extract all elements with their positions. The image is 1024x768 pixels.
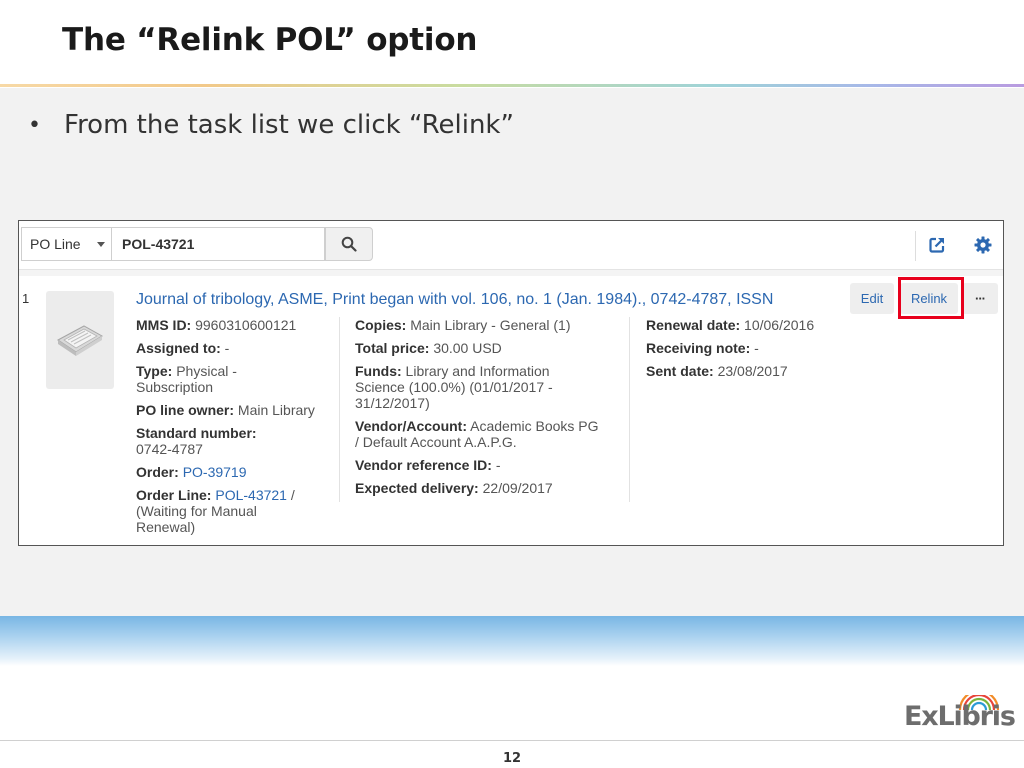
field-label: Total price: xyxy=(355,340,430,356)
field-po-line-owner: PO line owner: Main Library xyxy=(136,402,336,418)
search-input[interactable]: POL-43721 xyxy=(111,227,325,261)
field-copies: Copies: Main Library - General (1) xyxy=(355,317,625,333)
search-scope-label: PO Line xyxy=(30,236,81,252)
external-link-icon xyxy=(929,237,945,253)
record-thumbnail xyxy=(46,291,114,389)
details-column-1: MMS ID: 9960310600121 Assigned to: - Typ… xyxy=(136,317,336,542)
field-vendor-account: Vendor/Account: Academic Books PG / Defau… xyxy=(355,418,625,450)
alma-screenshot: PO Line POL-43721 1 Journal of tribology… xyxy=(18,220,1004,546)
field-standard-number: Standard number: 0742-4787 xyxy=(136,425,336,457)
field-type: Type: Physical - Subscription xyxy=(136,363,336,395)
exlibris-logo: ExLibris xyxy=(904,695,1016,741)
field-label: Receiving note: xyxy=(646,340,751,356)
field-label: Vendor/Account: xyxy=(355,418,468,434)
chevron-down-icon xyxy=(97,242,105,247)
field-label: Order Line: xyxy=(136,487,212,503)
logo-text: ExLibris xyxy=(904,701,1016,732)
field-label: Copies: xyxy=(355,317,407,333)
field-label: Type: xyxy=(136,363,173,379)
search-button[interactable] xyxy=(325,227,373,261)
field-value: 0742-4787 xyxy=(136,441,203,457)
field-label: Funds: xyxy=(355,363,402,379)
slide-title: The “Relink POL” option xyxy=(62,22,478,58)
field-value: Library and Information xyxy=(405,363,550,379)
journal-icon xyxy=(57,325,103,356)
column-divider xyxy=(629,317,630,502)
bullet-point: • From the task list we click “Relink” xyxy=(28,110,514,140)
field-order: Order: PO-39719 xyxy=(136,464,336,480)
details-column-2: Copies: Main Library - General (1) Total… xyxy=(355,317,625,503)
field-assigned-to: Assigned to: - xyxy=(136,340,336,356)
bullet-dot-icon: • xyxy=(28,113,41,138)
toolbar-divider xyxy=(915,231,916,261)
field-label: Assigned to: xyxy=(136,340,221,356)
relink-highlight-box xyxy=(898,277,964,319)
search-input-value: POL-43721 xyxy=(122,236,195,252)
search-icon xyxy=(341,236,357,252)
record-title-link[interactable]: Journal of tribology, ASME, Print began … xyxy=(136,291,836,309)
field-value: (Waiting for Manual xyxy=(136,503,257,519)
field-label: Order: xyxy=(136,464,179,480)
field-value: Academic Books PG xyxy=(470,418,599,434)
edit-button[interactable]: Edit xyxy=(850,283,894,314)
field-expected-delivery: Expected delivery: 22/09/2017 xyxy=(355,480,625,496)
field-value: - xyxy=(495,457,501,473)
field-value: 9960310600121 xyxy=(195,317,297,333)
search-toolbar: PO Line POL-43721 xyxy=(19,221,1003,270)
row-index: 1 xyxy=(22,291,30,306)
search-scope-dropdown[interactable]: PO Line xyxy=(21,227,111,261)
details-column-3: Renewal date: 10/06/2016 Receiving note:… xyxy=(646,317,886,386)
gear-icon xyxy=(974,236,992,254)
column-divider xyxy=(339,317,340,502)
field-value: Science (100.0%) (01/01/2017 - xyxy=(355,379,553,395)
field-value: 31/12/2017) xyxy=(355,395,430,411)
field-renewal-date: Renewal date: 10/06/2016 xyxy=(646,317,886,333)
more-actions-button[interactable]: ··· xyxy=(962,283,998,314)
field-label: Renewal date: xyxy=(646,317,741,333)
title-divider xyxy=(0,84,1024,87)
footer-divider xyxy=(0,740,1024,741)
field-sent-date: Sent date: 23/08/2017 xyxy=(646,363,886,379)
order-line-link[interactable]: POL-43721 xyxy=(215,487,287,503)
field-value: 23/08/2017 xyxy=(717,363,788,379)
field-value: 10/06/2016 xyxy=(744,317,815,333)
field-funds: Funds: Library and Information Science (1… xyxy=(355,363,625,411)
field-value: Physical - xyxy=(176,363,237,379)
field-value: / Default Account A.A.P.G. xyxy=(355,434,517,450)
field-value: - xyxy=(754,340,759,356)
field-value: 22/09/2017 xyxy=(482,480,553,496)
field-mms-id: MMS ID: 9960310600121 xyxy=(136,317,336,333)
field-label: Expected delivery: xyxy=(355,480,479,496)
field-value: Main Library xyxy=(237,402,315,418)
field-value: - xyxy=(224,340,230,356)
page-number: 12 xyxy=(502,751,522,766)
field-separator: / xyxy=(286,487,295,503)
order-link[interactable]: PO-39719 xyxy=(183,464,247,480)
external-link-button[interactable] xyxy=(926,234,948,256)
field-label: Standard number: xyxy=(136,425,257,441)
field-total-price: Total price: 30.00 USD xyxy=(355,340,625,356)
field-value: Main Library - General (1) xyxy=(410,317,571,333)
field-receiving-note: Receiving note: - xyxy=(646,340,886,356)
settings-button[interactable] xyxy=(972,234,994,256)
field-vendor-reference: Vendor reference ID: - xyxy=(355,457,625,473)
field-label: Sent date: xyxy=(646,363,714,379)
row-separator xyxy=(19,270,1003,276)
field-label: MMS ID: xyxy=(136,317,192,333)
field-value: Renewal) xyxy=(136,519,196,535)
field-label: Vendor reference ID: xyxy=(355,457,492,473)
field-order-line: Order Line: POL-43721 / (Waiting for Manu… xyxy=(136,487,336,535)
field-label: PO line owner: xyxy=(136,402,235,418)
bullet-text: From the task list we click “Relink” xyxy=(64,110,514,140)
field-value: 30.00 USD xyxy=(433,340,502,356)
footer-band xyxy=(0,616,1024,666)
field-value: Subscription xyxy=(136,379,214,395)
